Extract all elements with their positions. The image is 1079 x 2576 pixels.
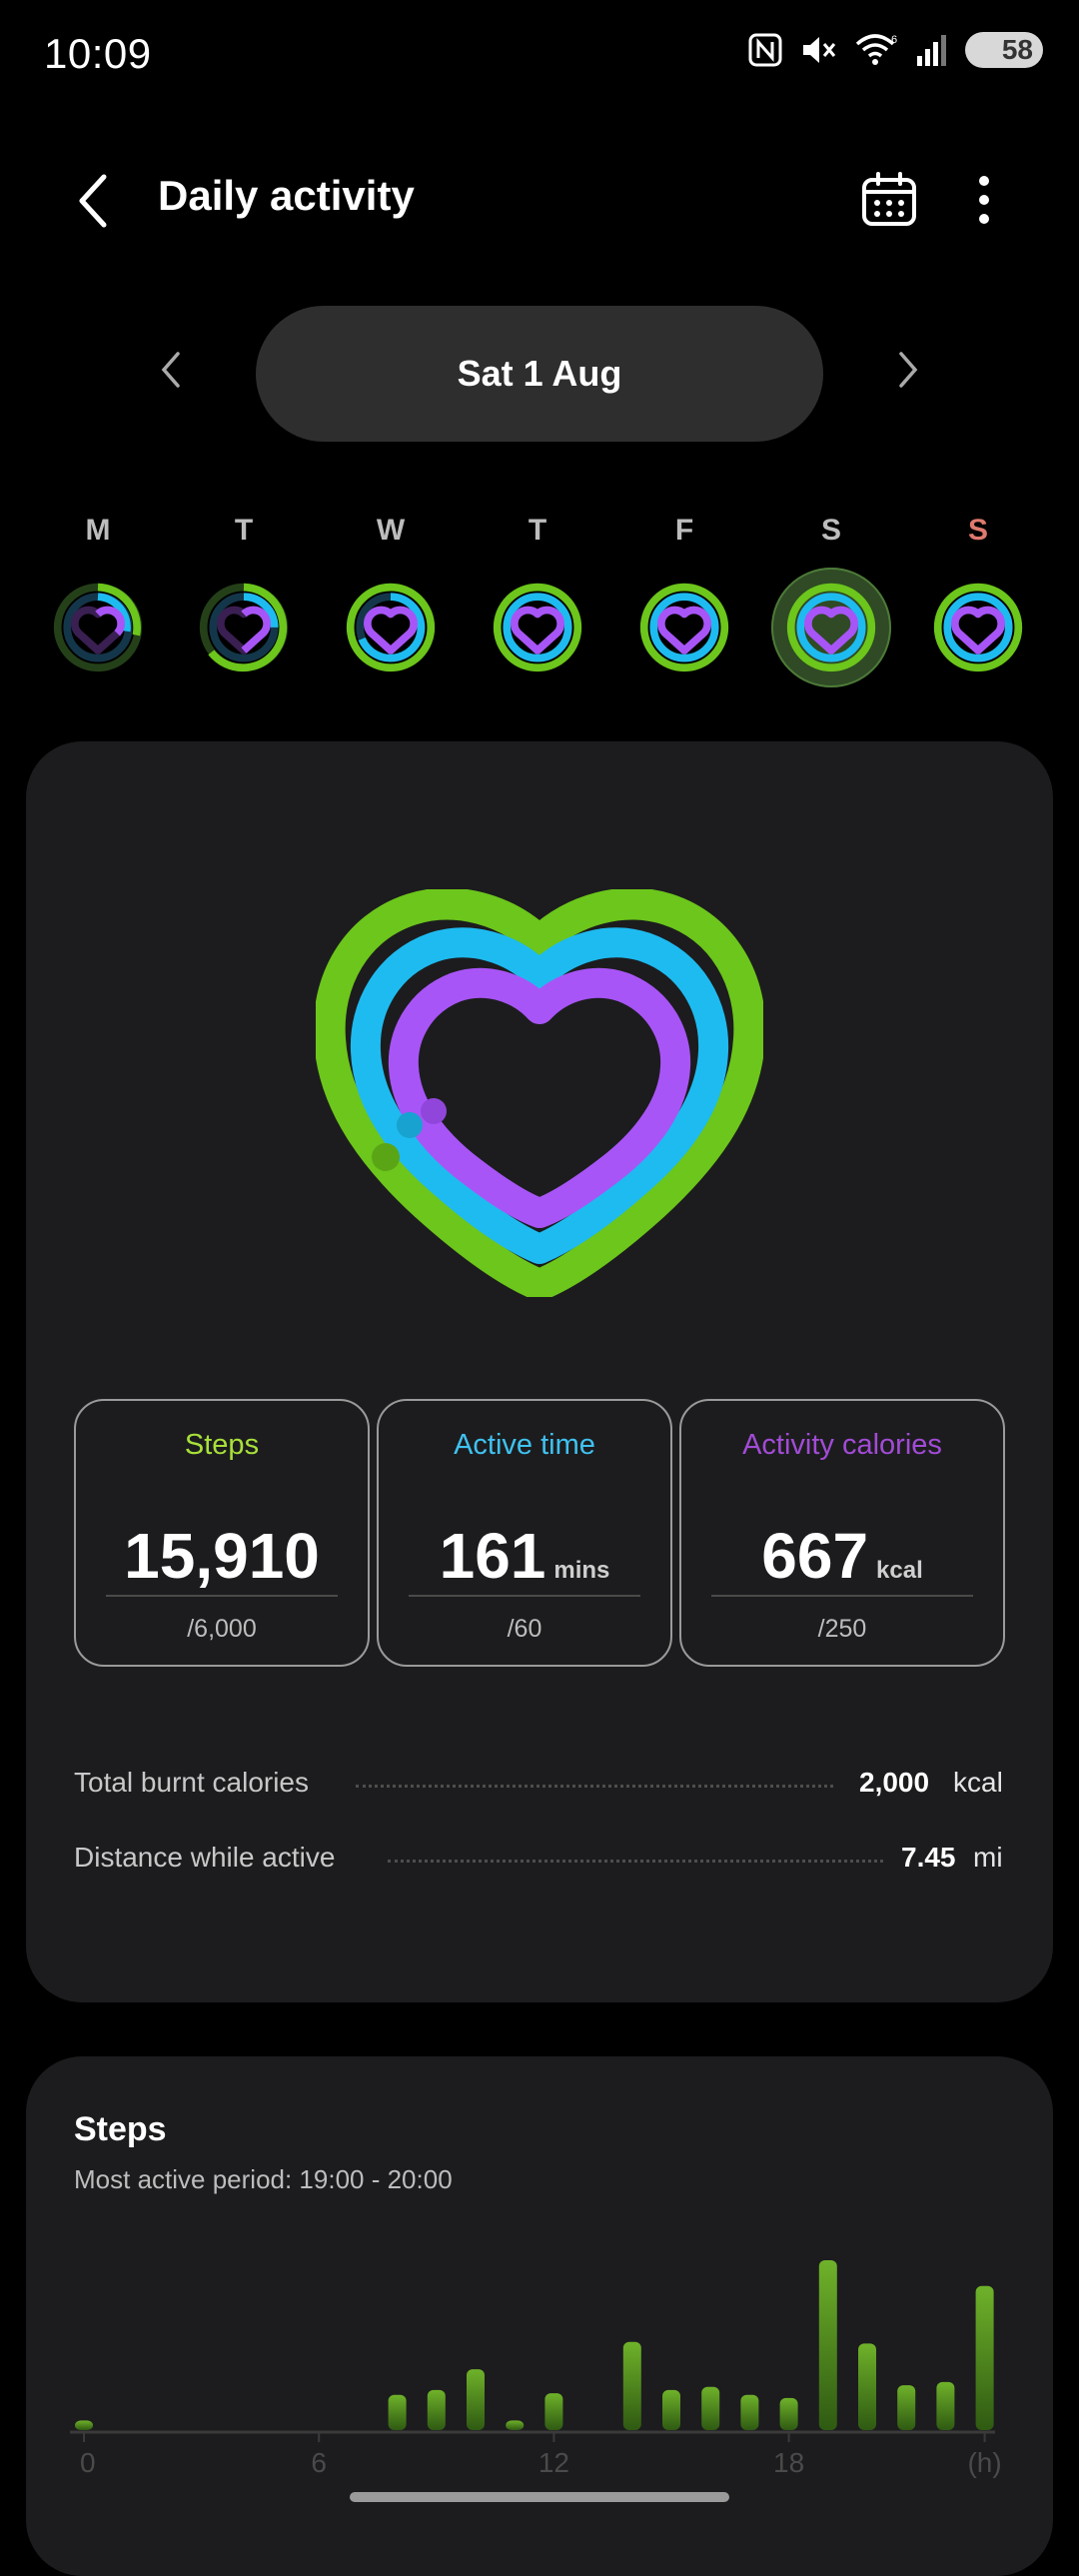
total-burnt-value: 2,000 — [859, 1767, 930, 1798]
steps-bar-19 — [818, 2260, 837, 2430]
x-tick-label: 6 — [311, 2447, 327, 2478]
more-vert-icon — [979, 176, 989, 224]
next-day-button[interactable] — [885, 340, 933, 400]
day-ring-thu[interactable] — [490, 578, 585, 673]
chevron-left-icon — [161, 352, 180, 388]
weekday-label: S — [820, 514, 841, 547]
weekday-label: T — [234, 514, 254, 547]
mute-icon — [803, 37, 836, 63]
steps-bar-10 — [467, 2369, 485, 2430]
home-indicator[interactable] — [350, 2492, 729, 2502]
active-time-goal: /60 — [507, 1615, 542, 1643]
day-ring-wed[interactable] — [343, 578, 439, 673]
calories-stat[interactable]: Activity calories 667 kcal /250 — [679, 1399, 1005, 1667]
steps-bar-8 — [388, 2394, 407, 2430]
x-tick-label: 12 — [539, 2447, 569, 2478]
wifi-icon: 6 — [855, 34, 897, 65]
calories-label: Activity calories — [742, 1429, 942, 1461]
steps-bar-15 — [662, 2389, 680, 2430]
steps-bar-20 — [858, 2343, 876, 2430]
steps-bar-9 — [427, 2389, 446, 2430]
activity-heart-rings — [316, 889, 763, 1297]
calendar-icon — [862, 172, 916, 226]
back-button[interactable] — [62, 168, 122, 234]
page-title: Daily activity — [158, 172, 415, 219]
steps-bar-chart: 0 6 12 18 (h) — [70, 2260, 1002, 2478]
back-arrow-icon — [79, 174, 107, 228]
steps-bar-11 — [506, 2420, 525, 2430]
active-time-stat[interactable]: Active time 161 mins /60 — [377, 1399, 672, 1667]
steps-chart-title: Steps — [74, 2110, 167, 2148]
status-icons: 6 58 — [747, 32, 1043, 68]
status-time: 10:09 — [44, 30, 152, 77]
steps-bar-14 — [622, 2341, 641, 2430]
steps-bar-12 — [544, 2393, 563, 2430]
steps-bar-21 — [897, 2385, 916, 2430]
day-ring-tue[interactable] — [196, 578, 292, 673]
active-time-label: Active time — [454, 1429, 595, 1461]
dotted-leader — [388, 1860, 883, 1863]
day-ring-fri[interactable] — [636, 578, 732, 673]
day-ring-mon[interactable] — [50, 578, 146, 673]
distance-value: 7.45 — [901, 1842, 956, 1873]
weekday-label: F — [674, 514, 694, 547]
steps-stat[interactable]: Steps 15,910 /6,000 — [74, 1399, 370, 1667]
weekday-label: T — [528, 514, 547, 547]
steps-bar-23 — [975, 2285, 994, 2430]
divider — [106, 1595, 338, 1597]
active-time-value: 161 mins — [439, 1520, 610, 1592]
more-options-button[interactable] — [959, 166, 1009, 234]
x-tick-label: (h) — [967, 2447, 1001, 2478]
active-time-unit: mins — [553, 1557, 610, 1584]
calendar-button[interactable] — [855, 166, 923, 234]
steps-bar-18 — [779, 2397, 798, 2430]
divider — [409, 1595, 640, 1597]
day-ring-sat[interactable] — [783, 578, 879, 673]
total-burnt-unit: kcal — [953, 1767, 1003, 1798]
weekday-label: S — [967, 514, 988, 547]
steps-bar-22 — [936, 2381, 955, 2430]
chevron-right-icon — [899, 352, 918, 388]
day-ring-sun[interactable] — [930, 578, 1026, 673]
dotted-leader — [356, 1785, 833, 1788]
steps-goal: /6,000 — [187, 1615, 257, 1643]
x-tick-label: 0 — [80, 2447, 96, 2478]
nfc-icon — [748, 33, 782, 67]
steps-label: Steps — [184, 1429, 260, 1461]
date-selector[interactable]: Sat 1 Aug — [256, 306, 823, 442]
steps-bar-16 — [701, 2386, 720, 2430]
steps-value: 15,910 — [124, 1520, 320, 1592]
steps-bar-17 — [740, 2394, 759, 2430]
previous-day-button[interactable] — [146, 340, 194, 400]
distance-label: Distance while active — [74, 1842, 336, 1873]
weekday-label: W — [376, 514, 406, 547]
distance-unit: mi — [973, 1842, 1003, 1873]
total-burnt-label: Total burnt calories — [74, 1767, 310, 1798]
calories-unit: kcal — [876, 1557, 923, 1584]
svg-text:6: 6 — [891, 34, 897, 46]
steps-bar-0 — [75, 2420, 93, 2430]
battery-icon: 58 — [965, 32, 1043, 68]
steps-chart-subtitle: Most active period: 19:00 - 20:00 — [74, 2164, 453, 2194]
weekday-label: M — [85, 514, 111, 547]
x-tick-label: 18 — [773, 2447, 804, 2478]
divider — [711, 1595, 973, 1597]
signal-icon — [917, 35, 946, 66]
calories-value: 667 kcal — [761, 1520, 923, 1592]
calories-goal: /250 — [817, 1615, 867, 1643]
